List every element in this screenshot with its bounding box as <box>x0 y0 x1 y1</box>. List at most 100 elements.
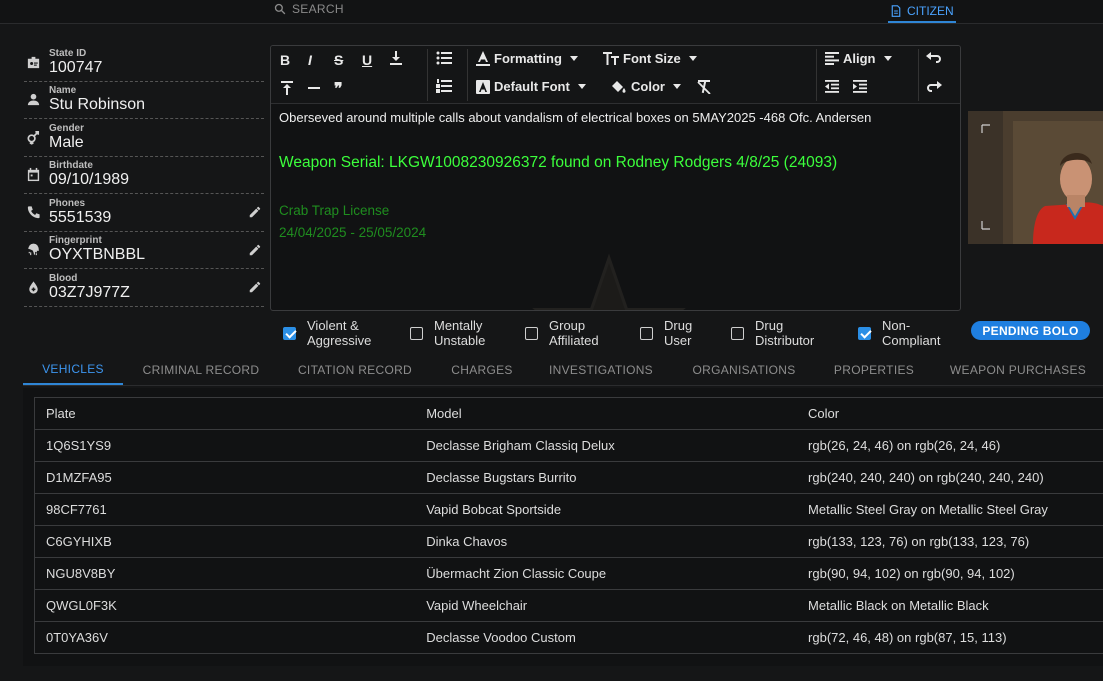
flag-label: Drug User <box>664 318 693 348</box>
align-left-icon <box>825 52 839 65</box>
align-dropdown[interactable]: Align <box>825 51 892 66</box>
default-font-dropdown[interactable]: Default Font <box>476 79 586 94</box>
paint-bucket-icon <box>612 80 626 93</box>
edit-fingerprint-icon[interactable] <box>248 243 262 257</box>
checkbox[interactable] <box>283 327 296 340</box>
top-bar: SEARCH CITIZEN <box>0 0 1103 24</box>
clear-format-button[interactable] <box>697 80 711 94</box>
checkbox[interactable] <box>525 327 538 340</box>
model-cell: Übermacht Zion Classic Coupe <box>415 557 798 590</box>
birthdate-row: Birthdate 09/10/1989 <box>24 157 264 194</box>
badge-watermark-icon <box>532 253 686 310</box>
column-header-color[interactable]: Color <box>797 397 1103 430</box>
flag-label: Non-Compliant <box>882 318 941 348</box>
indent-button[interactable] <box>853 80 867 93</box>
birthdate-value: 09/10/1989 <box>49 171 130 189</box>
superscript-button[interactable] <box>280 80 294 96</box>
citizen-tab-label: CITIZEN <box>907 4 954 18</box>
flag-group-affiliated[interactable]: Group Affiliated <box>525 318 619 348</box>
bullet-list-button[interactable] <box>436 51 452 65</box>
table-row[interactable]: C6GYHIXB Dinka Chavos rgb(133, 123, 76) on… <box>34 525 1103 558</box>
tab-investigations[interactable]: INVESTIGATIONS <box>541 355 661 385</box>
calendar-icon <box>24 166 42 184</box>
checkbox[interactable] <box>858 327 871 340</box>
strikethrough-button[interactable]: S <box>334 52 343 68</box>
fingerprint-row: Fingerprint OYXTBNBBL <box>24 232 264 269</box>
outdent-button[interactable] <box>825 80 839 93</box>
plate-cell: D1MZFA95 <box>34 461 416 494</box>
table-row[interactable]: D1MZFA95 Declasse Bugstars Burrito rgb(240… <box>34 461 1103 494</box>
outdent-icon <box>825 80 839 93</box>
font-size-icon <box>603 52 619 65</box>
table-row[interactable]: QWGL0F3K Vapid Wheelchair Metallic Black o… <box>34 589 1103 622</box>
checkbox[interactable] <box>731 327 744 340</box>
color-label: Color <box>631 79 665 94</box>
indent-icon <box>853 80 867 93</box>
font-size-dropdown[interactable]: Font Size <box>603 51 697 66</box>
plate-cell: C6GYHIXB <box>34 525 416 558</box>
model-cell: Declasse Brigham Classiq Delux <box>415 429 798 462</box>
profile-info: State ID 100747 Name Stu Robinson Gender Ma… <box>24 44 264 307</box>
table-row[interactable]: 0T0YA36V Declasse Voodoo Custom rgb(72, 46… <box>34 621 1103 654</box>
flag-non-compliant[interactable]: Non-Compliant <box>858 318 957 348</box>
tab-citizen[interactable]: CITIZEN <box>888 1 956 23</box>
tab-weapon-purchases[interactable]: WEAPON PURCHASES <box>943 355 1093 385</box>
table-row[interactable]: NGU8V8BY Übermacht Zion Classic Coupe rgb(… <box>34 557 1103 590</box>
bold-button[interactable]: B <box>280 52 290 68</box>
redo-button[interactable] <box>926 81 942 93</box>
citizen-flags: Violent & Aggressive Mentally Unstable G… <box>280 316 1103 350</box>
table-header-row: Plate Model Color <box>34 397 1103 430</box>
tab-properties[interactable]: PROPERTIES <box>825 355 923 385</box>
document-icon <box>891 5 901 17</box>
blood-row: Blood 03Z7J977Z <box>24 269 264 307</box>
tab-vehicles[interactable]: VEHICLES <box>23 355 123 385</box>
column-header-plate[interactable]: Plate <box>34 397 416 430</box>
table-row[interactable]: 1Q6S1YS9 Declasse Brigham Classiq Delux rg… <box>34 429 1103 462</box>
flag-drug-user[interactable]: Drug User <box>640 318 704 348</box>
formatting-dropdown[interactable]: Formatting <box>476 51 578 66</box>
flag-violent-aggressive[interactable]: Violent & Aggressive <box>283 318 387 348</box>
model-cell: Declasse Voodoo Custom <box>415 621 798 654</box>
checkbox[interactable] <box>640 327 653 340</box>
note-line: Oberseved around multiple calls about va… <box>279 110 872 125</box>
edit-phones-icon[interactable] <box>248 205 262 219</box>
vehicles-panel: Plate Model Color 1Q6S1YS9 Declasse Brigh… <box>23 388 1103 666</box>
search-link[interactable]: SEARCH <box>274 2 344 16</box>
name-row: Name Stu Robinson <box>24 82 264 119</box>
citizen-photo[interactable] <box>968 111 1103 244</box>
fingerprint-icon <box>24 241 42 259</box>
flag-drug-distributor[interactable]: Drug Distributor <box>731 318 830 348</box>
pending-bolo-badge[interactable]: PENDING BOLO <box>971 321 1090 340</box>
underline-button[interactable]: U <box>362 52 372 68</box>
tab-citation-record[interactable]: CITATION RECORD <box>287 355 423 385</box>
tab-organisations[interactable]: ORGANISATIONS <box>681 355 807 385</box>
undo-button[interactable] <box>926 52 942 64</box>
blockquote-button[interactable]: ❞ <box>334 79 343 99</box>
flag-label: Group Affiliated <box>549 318 599 348</box>
column-header-model[interactable]: Model <box>415 397 798 430</box>
record-tabs: VEHICLES CRIMINAL RECORD CITATION RECORD… <box>23 355 1103 386</box>
color-dropdown[interactable]: Color <box>611 79 681 94</box>
mugshot-image <box>968 111 1103 244</box>
redo-icon <box>927 81 942 92</box>
chevron-down-icon <box>577 84 586 89</box>
tab-criminal-record[interactable]: CRIMINAL RECORD <box>131 355 271 385</box>
subscript-button[interactable] <box>389 50 403 66</box>
table-row[interactable]: 98CF7761 Vapid Bobcat Sportside Metallic S… <box>34 493 1103 526</box>
italic-button[interactable]: I <box>308 52 312 68</box>
flag-mentally-unstable[interactable]: Mentally Unstable <box>410 318 504 348</box>
phones-value: 5551539 <box>49 208 112 226</box>
flag-label: Violent & Aggressive <box>307 318 372 348</box>
chevron-down-icon <box>672 84 681 89</box>
blood-drop-icon <box>24 278 42 296</box>
model-cell: Vapid Wheelchair <box>415 589 798 622</box>
model-cell: Dinka Chavos <box>415 525 798 558</box>
edit-blood-icon[interactable] <box>248 280 262 294</box>
tab-charges[interactable]: CHARGES <box>441 355 523 385</box>
horizontal-rule-button[interactable] <box>308 80 320 96</box>
chevron-down-icon <box>688 56 697 61</box>
checkbox[interactable] <box>410 327 423 340</box>
field-label: Fingerprint <box>49 235 102 247</box>
gender-value: Male <box>49 133 84 151</box>
numbered-list-button[interactable] <box>436 79 452 93</box>
